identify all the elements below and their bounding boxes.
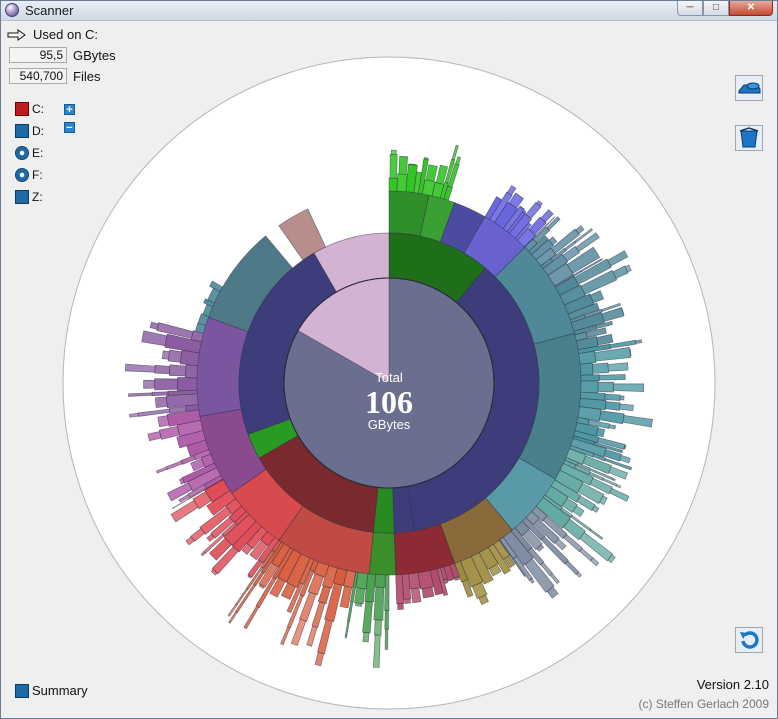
- outer-segment[interactable]: [154, 396, 168, 408]
- outer-segment[interactable]: [619, 395, 625, 401]
- outer-segment[interactable]: [410, 587, 422, 604]
- zoom-in-button[interactable]: +: [64, 104, 75, 116]
- outer-segment[interactable]: [620, 450, 624, 453]
- outer-segment[interactable]: [619, 403, 634, 412]
- arrow-right-icon: [7, 28, 26, 41]
- drive-item-c[interactable]: C:: [15, 102, 44, 116]
- outer-segment[interactable]: [384, 610, 389, 630]
- center-unit: GBytes: [368, 417, 411, 432]
- drive-letter: C:: [32, 102, 44, 116]
- network-drive-icon: [15, 190, 29, 204]
- outer-segment[interactable]: [389, 154, 398, 179]
- zoom-out-button[interactable]: −: [64, 122, 75, 134]
- outer-segment[interactable]: [143, 379, 156, 389]
- used-on-label: Used on C:: [33, 27, 99, 42]
- drive-letter: Z:: [32, 190, 43, 204]
- center-label-total: Total: [375, 370, 403, 385]
- outer-segment[interactable]: [578, 374, 600, 382]
- outer-segment[interactable]: [598, 374, 626, 381]
- outer-segment[interactable]: [177, 377, 200, 392]
- sunburst-chart[interactable]: Total106GBytes: [1, 21, 777, 718]
- cd-drive-icon: [15, 168, 29, 182]
- version-text: Version 2.10: [696, 677, 769, 692]
- outer-segment[interactable]: [635, 339, 643, 344]
- used-size-value: 95,5: [9, 47, 67, 63]
- outer-segment[interactable]: [355, 602, 363, 607]
- outer-segment[interactable]: [607, 362, 629, 372]
- title-bar: Scanner ─ □ ✕: [1, 1, 777, 21]
- summary-button[interactable]: Summary: [15, 683, 88, 698]
- drive-item-f[interactable]: F:: [15, 168, 43, 182]
- window-controls: ─ □ ✕: [677, 1, 773, 17]
- drive-letter: D:: [32, 124, 44, 138]
- outer-segment[interactable]: [397, 603, 404, 610]
- outer-segment[interactable]: [151, 391, 169, 397]
- close-button[interactable]: ✕: [729, 1, 773, 16]
- cd-drive-icon: [15, 146, 29, 160]
- summary-label: Summary: [32, 683, 88, 698]
- file-count-value: 540,700: [9, 68, 67, 84]
- outer-segment[interactable]: [167, 349, 183, 363]
- hard-drive-red-icon: [15, 102, 29, 116]
- used-on-label-row: Used on C:: [7, 27, 98, 42]
- main-canvas: Total 106 GBytes Used on C: 95,5 GBytes 54…: [1, 21, 777, 718]
- minimize-button[interactable]: ─: [677, 1, 703, 16]
- outer-segment[interactable]: [596, 427, 606, 438]
- outer-segment[interactable]: [344, 635, 348, 639]
- center-value: 106: [365, 384, 413, 420]
- outer-segment[interactable]: [421, 586, 435, 599]
- outer-segment[interactable]: [578, 380, 599, 394]
- drive-select-button[interactable]: [735, 75, 763, 101]
- outer-segment[interactable]: [157, 415, 170, 428]
- outer-segment[interactable]: [362, 631, 370, 643]
- outer-segment[interactable]: [390, 149, 397, 155]
- drive-item-z[interactable]: Z:: [15, 190, 43, 204]
- used-size-unit: GBytes: [73, 48, 116, 63]
- drive-item-e[interactable]: E:: [15, 146, 43, 160]
- outer-segment[interactable]: [604, 393, 621, 402]
- outer-segment[interactable]: [592, 362, 609, 374]
- scanner-window: Scanner ─ □ ✕ Total 106 GBytes Used on C: …: [0, 0, 778, 719]
- trash-icon[interactable]: [735, 125, 763, 151]
- refresh-icon[interactable]: [735, 627, 763, 653]
- outer-segment[interactable]: [613, 383, 645, 392]
- copyright-text: (c) Steffen Gerlach 2009: [638, 697, 769, 711]
- drive-item-d[interactable]: D:: [15, 124, 44, 138]
- outer-segment[interactable]: [168, 364, 187, 377]
- drive-letter: E:: [32, 146, 44, 160]
- outer-segment[interactable]: [373, 586, 385, 621]
- summary-icon: [15, 683, 29, 698]
- outer-segment[interactable]: [423, 157, 429, 160]
- app-icon: [5, 3, 19, 17]
- drive-letter: F:: [32, 168, 43, 182]
- outer-segment[interactable]: [154, 364, 171, 375]
- outer-segment[interactable]: [604, 401, 621, 411]
- network-drive-icon: [15, 124, 29, 138]
- outer-segment[interactable]: [384, 628, 389, 650]
- outer-segment[interactable]: [161, 350, 170, 360]
- outer-segment[interactable]: [404, 598, 411, 604]
- outer-segment[interactable]: [154, 378, 178, 391]
- window-title: Scanner: [25, 3, 74, 18]
- outer-segment[interactable]: [398, 155, 409, 175]
- outer-segment[interactable]: [597, 381, 614, 393]
- maximize-button[interactable]: □: [703, 1, 729, 16]
- file-count-unit: Files: [73, 69, 101, 84]
- outer-segment[interactable]: [373, 619, 382, 636]
